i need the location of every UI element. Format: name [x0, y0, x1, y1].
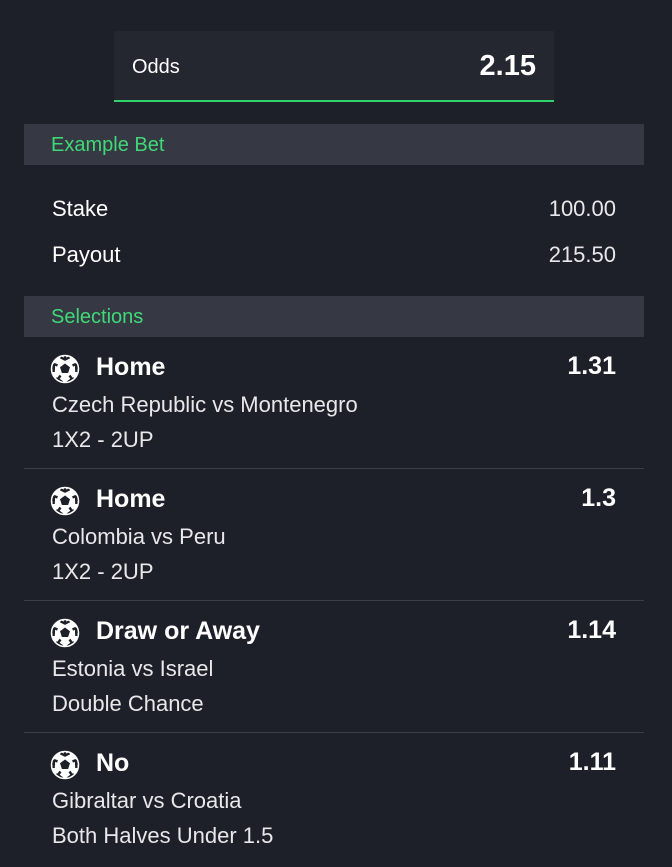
selections-title: Selections [51, 306, 144, 328]
selection-odds: 1.14 [567, 616, 616, 644]
odds-summary: Odds 2.15 [114, 31, 554, 102]
selection-pick: No [96, 749, 130, 777]
stake-row: Stake 100.00 [52, 196, 616, 226]
selection-market: 1X2 - 2UP [52, 559, 154, 584]
selection-item[interactable]: Draw or Away 1.14 Estonia vs Israel Doub… [24, 601, 644, 733]
selection-item[interactable]: No 1.11 Gibraltar vs Croatia Both Halves… [24, 733, 644, 865]
selection-odds: 1.3 [581, 484, 616, 512]
soccer-ball-icon [50, 750, 80, 780]
selection-odds: 1.31 [567, 352, 616, 380]
selection-match: Gibraltar vs Croatia [52, 788, 242, 813]
odds-label: Odds [132, 56, 180, 78]
selection-match: Colombia vs Peru [52, 524, 226, 549]
selection-item[interactable]: Home 1.3 Colombia vs Peru 1X2 - 2UP [24, 469, 644, 601]
example-bet-header: Example Bet [24, 124, 644, 165]
selection-market: Double Chance [52, 691, 204, 716]
soccer-ball-icon [50, 354, 80, 384]
selection-odds: 1.11 [568, 748, 616, 776]
selection-pick: Home [96, 353, 166, 381]
soccer-ball-icon [50, 486, 80, 516]
payout-label: Payout [52, 242, 121, 267]
payout-value: 215.50 [548, 242, 616, 267]
stake-label: Stake [52, 196, 109, 221]
selection-match: Estonia vs Israel [52, 656, 214, 681]
payout-row: Payout 215.50 [52, 242, 616, 272]
stake-value: 100.00 [548, 196, 616, 221]
selection-market: 1X2 - 2UP [52, 427, 154, 452]
example-bet-title: Example Bet [51, 134, 165, 156]
soccer-ball-icon [50, 618, 80, 648]
selection-match: Czech Republic vs Montenegro [52, 392, 358, 417]
selection-pick: Home [96, 485, 166, 513]
odds-value: 2.15 [479, 50, 536, 82]
selection-item[interactable]: Home 1.31 Czech Republic vs Montenegro 1… [24, 337, 644, 469]
selection-pick: Draw or Away [96, 617, 260, 645]
selection-market: Both Halves Under 1.5 [52, 823, 274, 848]
selections-header: Selections [24, 296, 644, 337]
